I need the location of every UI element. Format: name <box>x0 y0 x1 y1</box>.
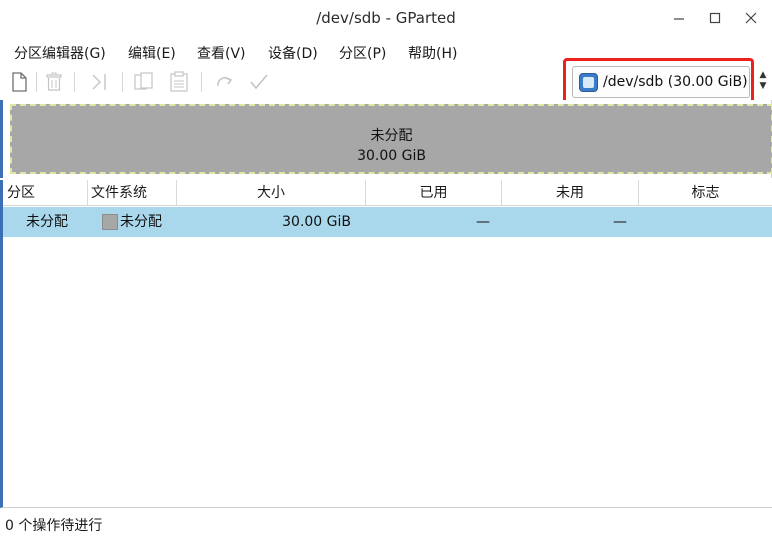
column-header-used[interactable]: 已用 <box>366 180 502 206</box>
window-title: /dev/sdb - GParted <box>316 9 456 27</box>
column-header-filesystem[interactable]: 文件系统 <box>88 180 177 206</box>
pending-operations-status: 0 个操作待进行 <box>5 518 103 534</box>
toolbar-separator <box>122 72 123 92</box>
minimize-icon[interactable] <box>669 8 689 28</box>
table-row[interactable]: 未分配 未分配 30.00 GiB — — <box>3 207 772 237</box>
partition-table: 分区 文件系统 大小 已用 未用 标志 未分配 未分配 30.00 GiB — … <box>0 180 772 508</box>
delete-icon[interactable] <box>42 70 66 94</box>
cell-size: 30.00 GiB <box>282 214 351 230</box>
cell-flags <box>639 207 772 237</box>
paste-icon[interactable] <box>167 70 191 94</box>
resize-move-icon[interactable] <box>87 70 111 94</box>
graph-size: 30.00 GiB <box>357 148 426 164</box>
menu-edit[interactable]: 编辑(E) <box>128 43 176 63</box>
toolbar-separator <box>201 72 202 92</box>
highlight-box <box>563 58 754 104</box>
menu-view[interactable]: 查看(V) <box>197 43 246 63</box>
copy-icon[interactable] <box>132 70 156 94</box>
column-header-partition[interactable]: 分区 <box>3 180 88 206</box>
device-spin-arrows[interactable]: ▲ ▼ <box>758 70 768 94</box>
disk-graph: 未分配 30.00 GiB <box>0 100 772 178</box>
table-header: 分区 文件系统 大小 已用 未用 标志 <box>3 180 772 206</box>
unallocated-block[interactable]: 未分配 30.00 GiB <box>10 104 772 174</box>
close-icon[interactable] <box>741 8 761 28</box>
column-header-flags[interactable]: 标志 <box>639 180 772 206</box>
spin-down-icon[interactable]: ▼ <box>758 81 768 92</box>
graph-label: 未分配 <box>370 128 413 144</box>
menu-partition[interactable]: 分区(P) <box>339 43 386 63</box>
column-header-size[interactable]: 大小 <box>177 180 366 206</box>
title-bar: /dev/sdb - GParted <box>0 0 772 36</box>
undo-icon[interactable] <box>212 70 236 94</box>
spin-up-icon[interactable]: ▲ <box>758 70 768 81</box>
menu-help[interactable]: 帮助(H) <box>408 43 457 63</box>
toolbar-separator <box>36 72 37 92</box>
filesystem-color-swatch <box>102 214 118 230</box>
apply-icon[interactable] <box>247 70 271 94</box>
cell-used: — <box>476 214 490 230</box>
cell-filesystem: 未分配 <box>120 214 162 230</box>
menu-device[interactable]: 设备(D) <box>268 43 318 63</box>
toolbar-separator <box>74 72 75 92</box>
column-header-unused[interactable]: 未用 <box>502 180 639 206</box>
maximize-icon[interactable] <box>705 8 725 28</box>
status-bar: 0 个操作待进行 <box>0 510 772 536</box>
new-icon[interactable] <box>7 70 31 94</box>
cell-unused: — <box>613 214 627 230</box>
menu-gparted[interactable]: 分区编辑器(G) <box>14 43 106 63</box>
cell-partition: 未分配 <box>26 214 68 230</box>
